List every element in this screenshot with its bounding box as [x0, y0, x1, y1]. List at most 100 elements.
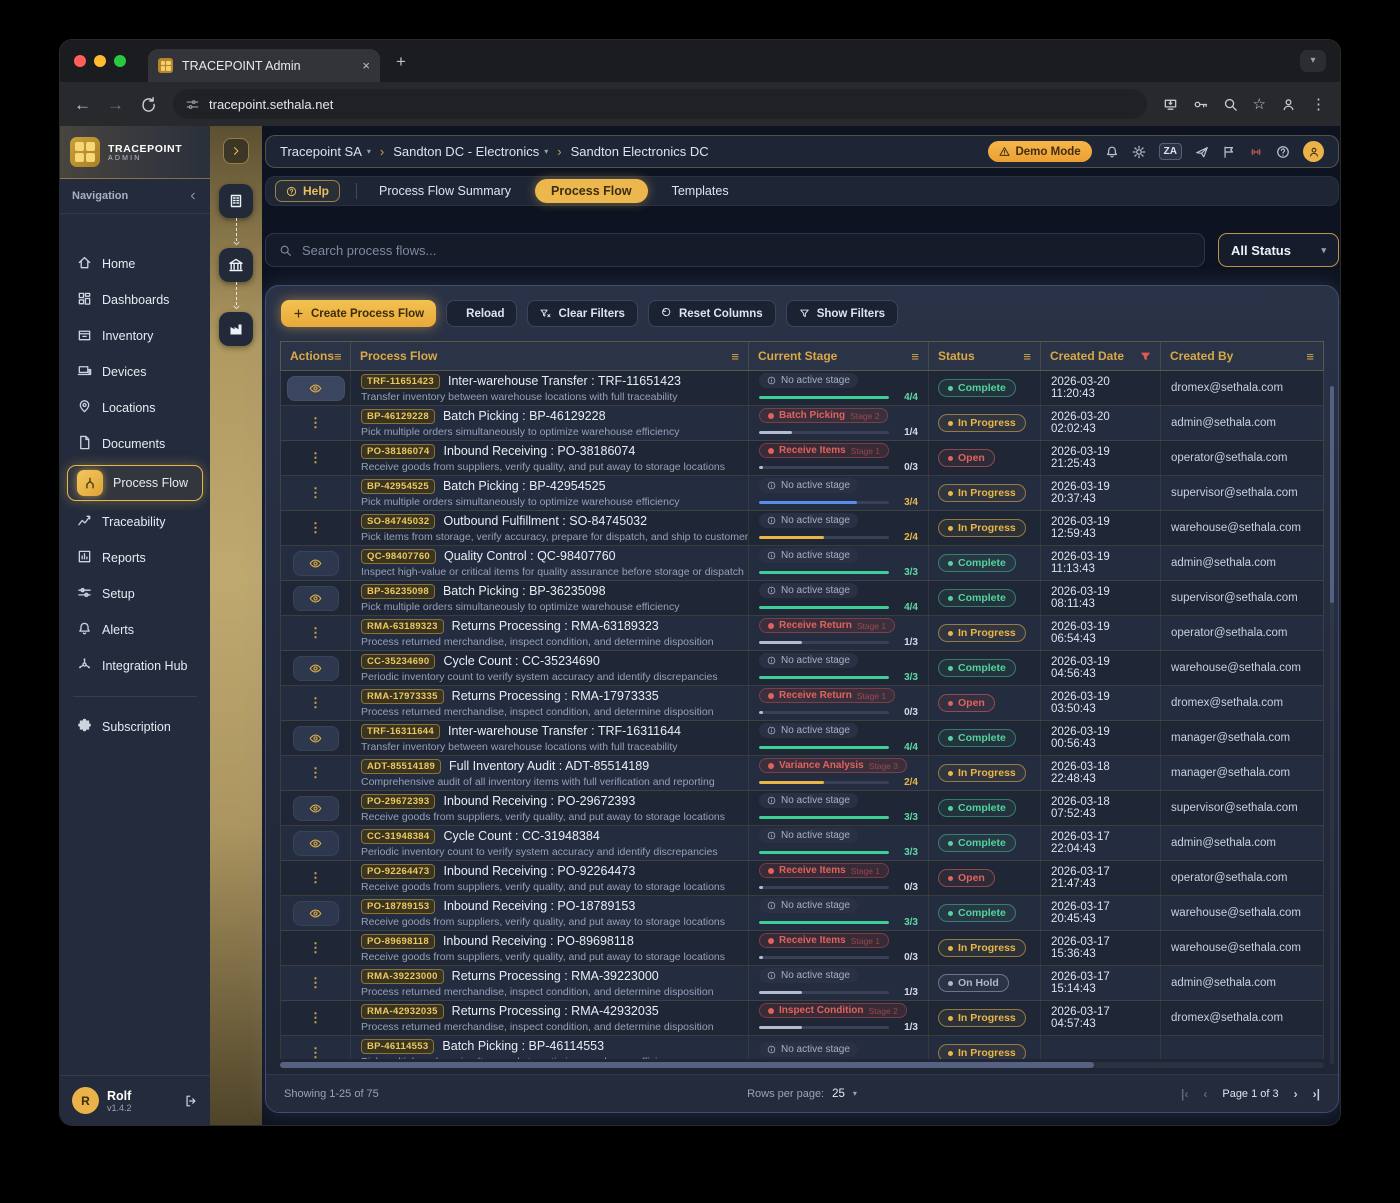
- table-row[interactable]: ⋮PO-92264473Inbound Receiving : PO-92264…: [281, 861, 1323, 896]
- browser-menu-icon[interactable]: ⋮: [1311, 97, 1326, 112]
- theme-sun-icon[interactable]: [1132, 145, 1146, 159]
- flag-icon[interactable]: [1222, 145, 1236, 159]
- sidebar-item-inventory[interactable]: Inventory: [67, 318, 203, 354]
- menu-icon[interactable]: ≡: [1306, 350, 1314, 363]
- close-tab-icon[interactable]: ×: [362, 59, 370, 72]
- row-menu-button[interactable]: ⋮: [309, 940, 322, 956]
- sidebar-item-process-flow[interactable]: Process Flow: [67, 465, 203, 501]
- column-header-process-flow[interactable]: Process Flow≡: [351, 342, 749, 370]
- row-menu-button[interactable]: ⋮: [309, 415, 322, 431]
- table-row[interactable]: ⋮RMA-42932035Returns Processing : RMA-42…: [281, 1001, 1323, 1036]
- maximize-window-button[interactable]: [114, 55, 126, 67]
- table-row[interactable]: ⋮ADT-85514189Full Inventory Audit : ADT-…: [281, 756, 1323, 791]
- row-menu-button[interactable]: ⋮: [309, 625, 322, 641]
- view-button[interactable]: [293, 796, 339, 821]
- tab-process-flow-summary[interactable]: Process Flow Summary: [373, 180, 517, 202]
- last-page-icon[interactable]: ›|: [1313, 1087, 1320, 1101]
- previous-page-icon[interactable]: ‹: [1203, 1087, 1207, 1101]
- table-row[interactable]: CC-31948384Cycle Count : CC-31948384Peri…: [281, 826, 1323, 861]
- table-row[interactable]: ⋮PO-38186074Inbound Receiving : PO-38186…: [281, 441, 1323, 476]
- url-bar[interactable]: tracepoint.sethala.net: [173, 89, 1147, 119]
- show-filters-button[interactable]: Show Filters: [786, 300, 898, 327]
- breadcrumb-item[interactable]: Sandton DC - Electronics▾: [393, 144, 548, 159]
- sidebar-item-devices[interactable]: Devices: [67, 354, 203, 390]
- rows-per-page-value[interactable]: 25: [832, 1088, 845, 1100]
- warehouse-level-button[interactable]: [219, 312, 253, 346]
- breadcrumb-item[interactable]: Tracepoint SA▾: [280, 144, 371, 159]
- column-header-current-stage[interactable]: Current Stage≡: [749, 342, 929, 370]
- view-button[interactable]: [293, 831, 339, 856]
- table-row[interactable]: PO-18789153Inbound Receiving : PO-187891…: [281, 896, 1323, 931]
- browser-tab[interactable]: TRACEPOINT Admin ×: [148, 49, 380, 82]
- table-row[interactable]: ⋮BP-46114553Batch Picking : BP-46114553P…: [281, 1036, 1323, 1059]
- help-circle-icon[interactable]: [1276, 145, 1290, 159]
- sidebar-item-reports[interactable]: Reports: [67, 540, 203, 576]
- expand-rail-button[interactable]: [223, 138, 249, 164]
- row-menu-button[interactable]: ⋮: [309, 870, 322, 886]
- view-button[interactable]: [293, 726, 339, 751]
- breadcrumb-item[interactable]: Sandton Electronics DC: [571, 144, 709, 159]
- menu-icon[interactable]: ≡: [1023, 350, 1031, 363]
- tab-process-flow[interactable]: Process Flow: [535, 179, 648, 203]
- row-menu-button[interactable]: ⋮: [309, 695, 322, 711]
- sidebar-item-setup[interactable]: Setup: [67, 576, 203, 612]
- column-header-actions[interactable]: Actions≡: [281, 342, 351, 370]
- sidebar-item-home[interactable]: Home: [67, 246, 203, 282]
- chevron-down-icon[interactable]: ▾: [853, 1090, 857, 1098]
- menu-icon[interactable]: ≡: [334, 350, 342, 363]
- bookmark-star-icon[interactable]: ☆: [1253, 97, 1266, 112]
- sidebar-item-subscription[interactable]: Subscription: [67, 709, 203, 745]
- clear-filters-button[interactable]: Clear Filters: [527, 300, 637, 327]
- site-level-button[interactable]: [219, 248, 253, 282]
- close-window-button[interactable]: [74, 55, 86, 67]
- organization-level-button[interactable]: [219, 184, 253, 218]
- row-menu-button[interactable]: ⋮: [309, 485, 322, 501]
- view-button[interactable]: [293, 551, 339, 576]
- row-menu-button[interactable]: ⋮: [309, 765, 322, 781]
- search-input[interactable]: [302, 243, 1191, 258]
- table-row[interactable]: ⋮RMA-17973335Returns Processing : RMA-17…: [281, 686, 1323, 721]
- row-menu-button[interactable]: ⋮: [309, 1010, 322, 1026]
- row-menu-button[interactable]: ⋮: [309, 450, 322, 466]
- row-menu-button[interactable]: ⋮: [309, 975, 322, 991]
- column-header-created-by[interactable]: Created By≡: [1161, 342, 1323, 370]
- locale-selector[interactable]: ZA: [1159, 143, 1182, 160]
- view-button[interactable]: [293, 586, 339, 611]
- search-page-icon[interactable]: [1223, 97, 1238, 112]
- view-button[interactable]: [293, 656, 339, 681]
- table-row[interactable]: ⋮RMA-63189323Returns Processing : RMA-63…: [281, 616, 1323, 651]
- menu-icon[interactable]: ≡: [911, 350, 919, 363]
- table-row[interactable]: BP-36235098Batch Picking : BP-36235098Pi…: [281, 581, 1323, 616]
- row-menu-button[interactable]: ⋮: [309, 520, 322, 536]
- sort-icon[interactable]: [1140, 351, 1151, 362]
- first-page-icon[interactable]: |‹: [1181, 1087, 1188, 1101]
- reload-button[interactable]: Reload: [446, 300, 517, 327]
- column-header-created-date[interactable]: Created Date: [1041, 342, 1161, 370]
- status-filter-dropdown[interactable]: All Status ▾: [1218, 233, 1339, 267]
- table-row[interactable]: PO-29672393Inbound Receiving : PO-296723…: [281, 791, 1323, 826]
- vertical-scrollbar[interactable]: [1330, 386, 1334, 1064]
- sidebar-item-traceability[interactable]: Traceability: [67, 504, 203, 540]
- row-menu-button[interactable]: ⋮: [309, 1045, 322, 1059]
- sidebar-item-alerts[interactable]: Alerts: [67, 612, 203, 648]
- horizontal-scrollbar[interactable]: [280, 1062, 1324, 1068]
- minimize-window-button[interactable]: [94, 55, 106, 67]
- logout-icon[interactable]: [184, 1094, 198, 1108]
- table-row[interactable]: TRF-11651423Inter-warehouse Transfer : T…: [281, 371, 1323, 406]
- column-header-status[interactable]: Status≡: [929, 342, 1041, 370]
- view-button[interactable]: [293, 901, 339, 926]
- table-row[interactable]: CC-35234690Cycle Count : CC-35234690Peri…: [281, 651, 1323, 686]
- back-icon[interactable]: ←: [74, 96, 91, 113]
- reset-columns-button[interactable]: Reset Columns: [648, 300, 776, 327]
- table-row[interactable]: ⋮SO-84745032Outbound Fulfillment : SO-84…: [281, 511, 1323, 546]
- forward-icon[interactable]: →: [107, 96, 124, 113]
- user-avatar-icon[interactable]: [1303, 141, 1324, 162]
- window-controls[interactable]: [74, 55, 126, 67]
- tab-search-button[interactable]: ▾: [1300, 50, 1326, 72]
- collapse-sidebar-icon[interactable]: [188, 191, 198, 201]
- sidebar-item-locations[interactable]: Locations: [67, 390, 203, 426]
- install-app-icon[interactable]: [1163, 97, 1178, 112]
- quick-launch-icon[interactable]: [1195, 145, 1209, 159]
- sidebar-item-documents[interactable]: Documents: [67, 426, 203, 462]
- table-row[interactable]: ⋮BP-46129228Batch Picking : BP-46129228P…: [281, 406, 1323, 441]
